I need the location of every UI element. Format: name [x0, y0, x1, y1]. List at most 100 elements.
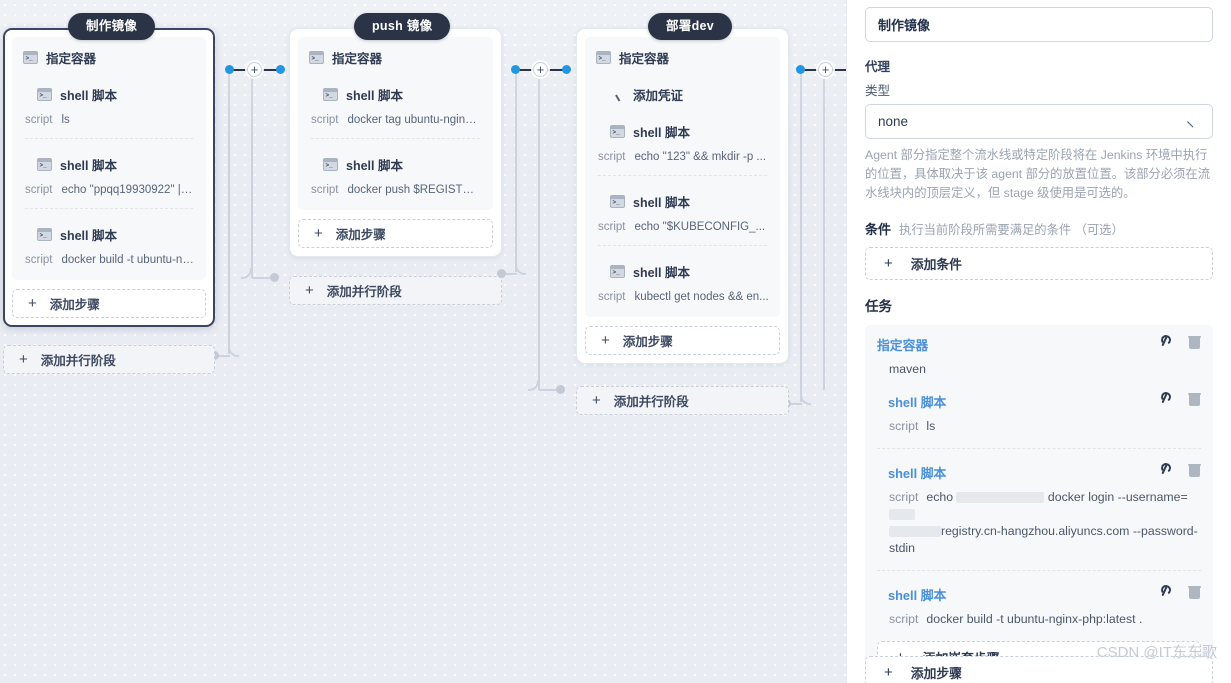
add-parallel-stage-button-1[interactable]: + 添加并行阶段 — [289, 276, 502, 305]
trash-icon[interactable] — [1188, 463, 1201, 477]
agent-type-value: none — [878, 114, 909, 129]
task-title[interactable]: 指定容器 — [877, 335, 1201, 354]
connector-dot-in[interactable] — [276, 65, 285, 74]
task-title[interactable]: shell 脚本 — [888, 392, 1201, 411]
redaction-block — [889, 526, 941, 538]
pipeline-canvas[interactable]: + + + 制作镜像 >_ 指定容器 >_ shell 脚本 script ls… — [0, 0, 846, 683]
step-label: shell 脚本 — [60, 159, 117, 173]
task-title[interactable]: shell 脚本 — [888, 463, 1201, 482]
step-script-row: script echo "$KUBECONFIG_... — [596, 211, 769, 233]
step-script-row: script docker build -t ubuntu-ngin... — [23, 244, 195, 266]
add-parallel-stage-button-0[interactable]: + 添加并行阶段 — [3, 345, 215, 374]
stage-pill-0[interactable]: 制作镜像 — [68, 13, 156, 40]
step-header-shell[interactable]: shell 脚本 — [37, 225, 195, 244]
step-header-credential[interactable]: 添加凭证 — [610, 85, 769, 104]
connector-branch-vline-5 — [800, 74, 802, 402]
stage-steps-2: 指定容器 添加凭证 shell 脚本 script echo "123" && … — [585, 37, 780, 317]
stage-card-2[interactable]: 指定容器 添加凭证 shell 脚本 script echo "123" && … — [576, 28, 789, 364]
trash-icon[interactable] — [1188, 392, 1201, 406]
task-actions — [1159, 463, 1201, 477]
step-script-row: script echo "ppqq19930922" | doc... — [23, 174, 195, 196]
redaction-block — [956, 492, 1045, 504]
wrench-icon[interactable] — [1159, 392, 1173, 406]
task-item[interactable]: 指定容器 maven — [877, 335, 1201, 378]
connector-dot-out[interactable] — [511, 65, 520, 74]
script-key: script — [311, 184, 339, 196]
insert-stage-button[interactable]: + — [818, 62, 833, 77]
add-step-button-panel[interactable]: + 添加步骤 — [865, 656, 1213, 683]
step-label: 添加凭证 — [633, 89, 684, 103]
script-value: kubectl get nodes && en... — [634, 291, 769, 303]
trash-icon[interactable] — [1188, 335, 1201, 349]
step-label: shell 脚本 — [633, 126, 690, 140]
terminal-icon — [610, 195, 625, 208]
stage-pill-2[interactable]: 部署dev — [648, 13, 733, 40]
trash-icon[interactable] — [1188, 585, 1201, 599]
wrench-icon[interactable] — [1159, 335, 1173, 349]
script-key: script — [25, 254, 53, 266]
step-header-shell[interactable]: shell 脚本 — [610, 262, 769, 281]
plus-icon: + — [592, 392, 601, 409]
agent-type-label: 类型 — [865, 84, 891, 98]
script-value: echo "ppqq19930922" | doc... — [61, 184, 195, 196]
connector-dot-parallel-2[interactable] — [556, 385, 565, 394]
connector-dot-parallel-1[interactable] — [270, 273, 279, 282]
step-script-row: script docker tag ubuntu-nginx-ph... — [309, 104, 482, 126]
task-value-key: script — [889, 612, 919, 626]
add-parallel-stage-button-2[interactable]: + 添加并行阶段 — [576, 386, 789, 415]
chevron-down-icon — [1189, 116, 1200, 127]
connector-dot-in[interactable] — [562, 65, 571, 74]
task-value: script ls — [889, 418, 1201, 435]
step-divider — [25, 208, 193, 209]
step-header-container[interactable]: 指定容器 — [23, 48, 195, 67]
step-header-shell[interactable]: shell 脚本 — [37, 155, 195, 174]
stage-name-input[interactable] — [865, 7, 1213, 42]
connector-dot-out[interactable] — [796, 65, 805, 74]
insert-stage-button[interactable]: + — [247, 62, 262, 77]
terminal-icon — [610, 125, 625, 138]
step-header-shell[interactable]: shell 脚本 — [323, 155, 482, 174]
add-parallel-label: 添加并行阶段 — [613, 395, 689, 409]
step-header-shell[interactable]: shell 脚本 — [37, 85, 195, 104]
plus-icon: + — [884, 255, 893, 272]
stage-pill-1[interactable]: push 镜像 — [354, 13, 451, 40]
task-item[interactable]: shell 脚本 script docker build -t ubuntu-ng… — [877, 585, 1201, 628]
step-script-row: script kubectl get nodes && en... — [596, 281, 769, 303]
key-icon — [610, 88, 625, 102]
connector-branch-hline-3 — [505, 273, 517, 275]
add-step-button-0[interactable]: + 添加步骤 — [12, 289, 206, 318]
step-header-container[interactable]: 指定容器 — [309, 48, 482, 67]
task-item[interactable]: shell 脚本 script echo docker login --usern… — [877, 463, 1201, 557]
add-step-label: 添加步骤 — [49, 298, 100, 312]
step-header-shell[interactable]: shell 脚本 — [610, 192, 769, 211]
add-step-button-2[interactable]: + 添加步骤 — [585, 326, 780, 355]
stage-card-0[interactable]: 指定容器 shell 脚本 script ls shell 脚本 script — [3, 28, 215, 327]
script-key: script — [598, 221, 626, 233]
add-step-button-1[interactable]: + 添加步骤 — [298, 219, 493, 248]
insert-stage-button[interactable]: + — [533, 62, 548, 77]
step-label: 指定容器 — [619, 52, 670, 66]
task-value-text: ls — [926, 419, 936, 433]
step-label: shell 脚本 — [60, 89, 117, 103]
terminal-icon — [596, 51, 611, 64]
wrench-icon[interactable] — [1159, 585, 1173, 599]
script-key: script — [25, 114, 53, 126]
plus-icon: + — [601, 332, 610, 349]
task-title[interactable]: shell 脚本 — [888, 585, 1201, 604]
terminal-icon — [37, 88, 52, 101]
connector-dot-out[interactable] — [225, 65, 234, 74]
step-header-shell[interactable]: shell 脚本 — [610, 122, 769, 141]
task-item[interactable]: shell 脚本 script ls — [877, 392, 1201, 435]
step-divider — [25, 138, 193, 139]
pipeline-editor: + + + 制作镜像 >_ 指定容器 >_ shell 脚本 script ls… — [0, 0, 1231, 683]
wrench-icon[interactable] — [1159, 463, 1173, 477]
connector-stage2-stage3: + — [511, 62, 571, 79]
step-header-shell[interactable]: shell 脚本 — [323, 85, 482, 104]
step-label: 指定容器 — [332, 52, 383, 66]
add-condition-button[interactable]: + 添加条件 — [865, 247, 1213, 280]
script-value: docker build -t ubuntu-ngin... — [61, 254, 195, 266]
agent-type-select[interactable]: none — [865, 104, 1213, 139]
connector-branch-vline-4 — [823, 78, 825, 390]
step-header-container[interactable]: 指定容器 — [596, 48, 769, 67]
stage-card-1[interactable]: 指定容器 shell 脚本 script docker tag ubuntu-n… — [289, 28, 502, 257]
